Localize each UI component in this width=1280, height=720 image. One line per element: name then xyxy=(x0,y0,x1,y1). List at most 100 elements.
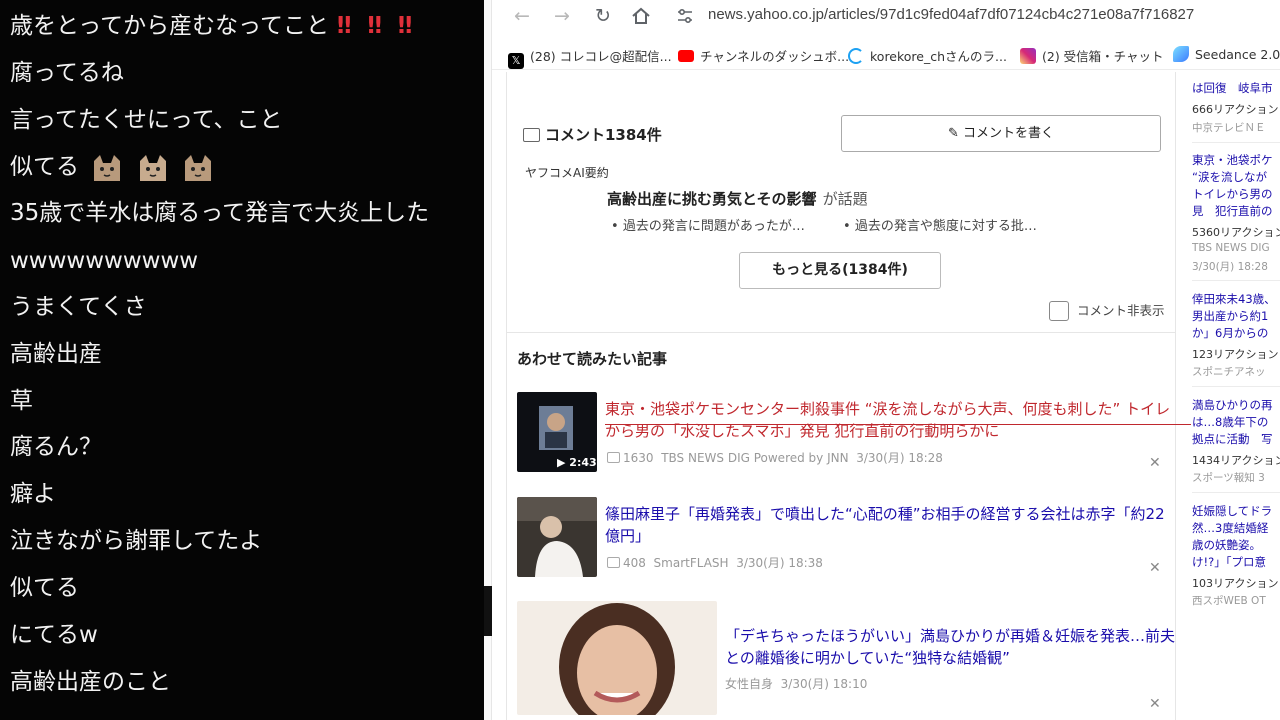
chat-message: うまくてくさ xyxy=(10,294,147,320)
sidebar-article-title[interactable]: 倖田來未43歳、 xyxy=(1192,291,1276,307)
sidebar-source: スポーツ報知 3 xyxy=(1192,472,1265,484)
ai-summary-label: ヤフコメAI要約 xyxy=(525,166,609,180)
sidebar-article-title[interactable]: か」6月からの xyxy=(1192,325,1268,341)
comment-icon xyxy=(523,128,540,142)
site-info-icon[interactable] xyxy=(676,7,694,25)
bookmark-item[interactable]: チャンネルのダッシュボ... xyxy=(678,46,849,65)
bookmark-item[interactable]: (2) 受信箱・チャット xyxy=(1020,46,1164,65)
hide-comments-toggle[interactable]: コメント非表示 xyxy=(1049,300,1165,321)
x-icon: 𝕏 xyxy=(508,53,524,69)
see-more-comments-button[interactable]: もっと見る(1384件) xyxy=(739,252,941,289)
chat-message: 草 xyxy=(10,388,33,414)
chat-message: 高齢出産 xyxy=(10,341,102,367)
hover-underline xyxy=(605,424,1191,425)
sidebar-source: TBS NEWS DIG xyxy=(1192,242,1270,254)
comment-icon xyxy=(607,557,620,568)
page-content: コメント1384件 ✎ コメントを書く ヤフコメAI要約 高齢出産に挑む勇気とそ… xyxy=(492,72,1280,720)
write-comment-button[interactable]: ✎ コメントを書く xyxy=(841,115,1161,152)
related-article[interactable]: ▶ 2:43 東京・池袋ポケモンセンター刺殺事件 “涙を流しながら大声、何度も刺… xyxy=(517,392,1191,474)
divider xyxy=(1192,386,1280,387)
sidebar-article-title[interactable]: “涙を流しなが xyxy=(1192,169,1267,185)
close-icon[interactable]: ✕ xyxy=(1149,560,1161,576)
bookmark-item[interactable]: Seedance 2.0 xyxy=(1173,46,1280,62)
sidebar-article-title[interactable]: 東京・池袋ポケ xyxy=(1192,152,1273,168)
sidebar-article-title[interactable]: 拠点に活動 写 xyxy=(1192,431,1273,447)
article-title-link[interactable]: 東京・池袋ポケモンセンター刺殺事件 “涙を流しながら大声、何度も刺した” トイレ… xyxy=(605,398,1183,442)
related-article[interactable]: 篠田麻里子「再婚発表」で噴出した“心配の種”お相手の経営する会社は赤字「約22億… xyxy=(517,497,1177,579)
sidebar-article-title[interactable]: 男出産から約1 xyxy=(1192,308,1268,324)
sidebar-source: 中京テレビＮＥ xyxy=(1192,122,1266,134)
seedance-icon xyxy=(1173,46,1189,62)
article-thumbnail[interactable] xyxy=(517,497,597,577)
sidebar-article-title[interactable]: 歳の妖艶姿。 xyxy=(1192,537,1261,553)
related-article[interactable]: 「デキちゃったほうがいい」満島ひかりが再婚＆妊娠を発表…前夫との離婚後に明かして… xyxy=(517,601,1177,715)
sidebar-reactions: 1434リアクション xyxy=(1192,454,1280,467)
article-title-link[interactable]: 「デキちゃったほうがいい」満島ひかりが再婚＆妊娠を発表…前夫との離婚後に明かして… xyxy=(725,625,1177,669)
comment-count-heading: コメント1384件 xyxy=(523,124,662,145)
article-meta: 女性自身 3/30(月) 18:10 xyxy=(725,677,868,691)
screen: 歳をとってから産むなってこと ‼ ‼ ‼ 腐ってるね 言ってたくせにって、こと 似… xyxy=(0,0,1280,720)
divider xyxy=(1192,280,1280,281)
divider xyxy=(1192,142,1280,143)
chat-message: 高齢出産のこと xyxy=(10,669,171,695)
comment-icon xyxy=(607,452,620,463)
home-icon[interactable] xyxy=(630,5,652,27)
article-meta: 408 SmartFLASH 3/30(月) 18:38 xyxy=(607,554,823,571)
chat-message: wwwwwwwwww xyxy=(10,248,199,274)
article-main-column: コメント1384件 ✎ コメントを書く ヤフコメAI要約 高齢出産に挑む勇気とそ… xyxy=(506,72,1191,720)
chat-message: 言ってたくせにって、こと xyxy=(10,107,283,133)
sidebar-article-title[interactable]: 見 犯行直前の xyxy=(1192,203,1273,219)
chat-message: 似てる xyxy=(10,575,79,601)
sidebar-article-title[interactable]: 妊娠隠してドラ xyxy=(1192,503,1272,519)
sidebar-reactions: 103リアクション xyxy=(1192,577,1279,590)
summary-bullet[interactable]: • 過去の発言に問題があったが… xyxy=(611,215,805,234)
sidebar-article-title[interactable]: は…8歳年下の xyxy=(1192,414,1268,430)
ranking-sidebar: は回復 岐阜市 666リアクション 中京テレビＮＥ 東京・池袋ポケ “涙を流しな… xyxy=(1192,72,1280,720)
instagram-icon xyxy=(1020,48,1036,64)
chat-panel: 歳をとってから産むなってこと ‼ ‼ ‼ 腐ってるね 言ってたくせにって、こと 似… xyxy=(0,0,484,720)
divider xyxy=(507,332,1175,333)
chat-message: 歳をとってから産むなってこと ‼ ‼ ‼ xyxy=(10,13,417,39)
chat-message: 35歳で羊水は腐るって発言で大炎上した xyxy=(10,200,430,226)
ai-summary-topic: 高齢出産に挑む勇気とその影響 が話題 xyxy=(607,190,868,208)
back-arrow-icon[interactable]: ← xyxy=(509,3,535,29)
sidebar-article-title[interactable]: は回復 岐阜市 xyxy=(1192,80,1273,96)
sidebar-source: スポニチアネッ xyxy=(1192,366,1266,378)
forward-arrow-icon[interactable]: → xyxy=(549,3,575,29)
sidebar-article-title[interactable]: トイレから男の xyxy=(1192,186,1273,202)
reload-icon[interactable]: ↻ xyxy=(590,3,616,29)
pencil-icon: ✎ xyxy=(947,126,963,141)
sidebar-reactions: 666リアクション xyxy=(1192,103,1279,116)
related-articles-heading: あわせて読みたい記事 xyxy=(517,350,668,368)
sidebar-article-title[interactable]: 満島ひかりの再 xyxy=(1192,397,1273,413)
youtube-icon xyxy=(678,50,694,62)
chat-message: 腐るん？ xyxy=(10,434,102,460)
browser-window: ← → ↻ news.yahoo.co.jp/articles/97d1c9fe… xyxy=(484,0,1280,720)
background-window-edge-dark xyxy=(484,586,492,636)
article-meta: 1630 TBS NEWS DIG Powered by JNN 3/30(月)… xyxy=(607,449,943,466)
article-thumbnail[interactable] xyxy=(517,601,717,715)
bookmark-item[interactable]: korekore_chさんのラ... xyxy=(848,46,1007,65)
chat-message: 癖よ xyxy=(10,481,56,507)
article-title-link[interactable]: 篠田麻里子「再婚発表」で噴出した“心配の種”お相手の経営する会社は赤字「約22億… xyxy=(605,503,1175,547)
chat-message: にてるw xyxy=(10,622,98,648)
bookmark-item[interactable]: 𝕏 (28) コレコレ@超配信... xyxy=(508,46,672,69)
divider xyxy=(1192,492,1280,493)
open-icon xyxy=(848,48,864,64)
sidebar-source: 西スポWEB OT xyxy=(1192,595,1266,607)
chat-message: 腐ってるね xyxy=(10,60,124,86)
sidebar-reactions: 5360リアクション xyxy=(1192,226,1280,239)
sidebar-article-title[interactable]: け!?」「プロ意 xyxy=(1192,554,1266,570)
navigation-bar: ← → ↻ news.yahoo.co.jp/articles/97d1c9fe… xyxy=(492,0,1280,32)
close-icon[interactable]: ✕ xyxy=(1149,696,1161,712)
cat-emote-icon xyxy=(139,154,166,181)
address-bar[interactable]: news.yahoo.co.jp/articles/97d1c9fed04af7… xyxy=(708,6,1194,23)
cat-emote-icon xyxy=(184,154,211,181)
summary-bullet[interactable]: • 過去の発言や態度に対する批… xyxy=(843,215,1037,234)
hide-comments-checkbox[interactable] xyxy=(1049,301,1069,321)
close-icon[interactable]: ✕ xyxy=(1149,455,1161,471)
chat-message: 似てる xyxy=(10,152,215,183)
exclamation-icons: ‼ ‼ ‼ xyxy=(337,13,417,39)
sidebar-article-title[interactable]: 然…3度結婚経 xyxy=(1192,520,1268,536)
sidebar-date: 3/30(月) 18:28 xyxy=(1192,261,1268,273)
